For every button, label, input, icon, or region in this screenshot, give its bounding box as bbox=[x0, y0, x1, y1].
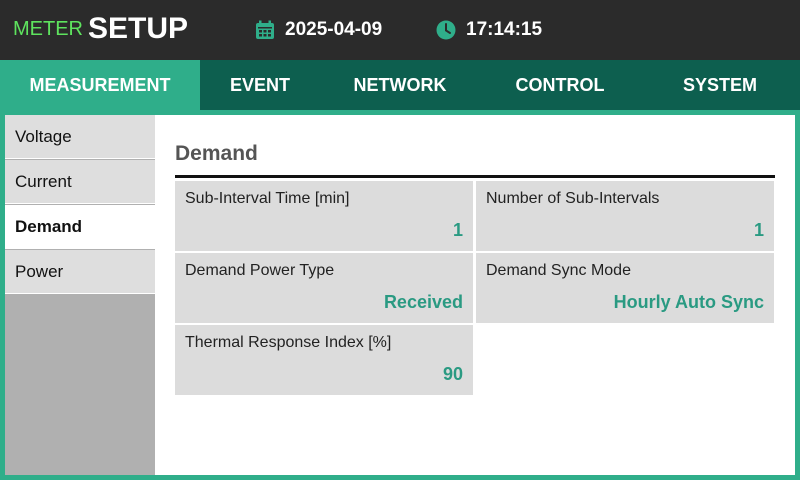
field-value: 1 bbox=[452, 220, 463, 240]
field-label: Number of Sub-Intervals bbox=[486, 190, 660, 207]
time-display: 17:14:15 bbox=[466, 19, 543, 40]
tab-event[interactable]: EVENT bbox=[200, 60, 320, 110]
field-number-of-sub-intervals[interactable]: Number of Sub-Intervals 1 bbox=[476, 181, 774, 251]
tab-measurement[interactable]: MEASUREMENT bbox=[0, 60, 200, 110]
brand-meter-text: METER bbox=[13, 18, 83, 40]
sidebar-item-voltage[interactable]: Voltage bbox=[5, 115, 155, 159]
field-demand-power-type[interactable]: Demand Power Type Received bbox=[175, 253, 473, 323]
tab-system[interactable]: SYSTEM bbox=[640, 60, 800, 110]
section-divider bbox=[175, 175, 775, 178]
date-display: 2025-04-09 bbox=[285, 19, 383, 40]
tab-network[interactable]: NETWORK bbox=[320, 60, 480, 110]
demand-panel: Demand Sub-Interval Time [min] 1 Number … bbox=[155, 115, 795, 475]
main-tab-bar: MEASUREMENT EVENT NETWORK CONTROL SYSTEM bbox=[0, 60, 800, 110]
sidebar: Voltage Current Demand Power bbox=[5, 115, 155, 475]
sidebar-item-power[interactable]: Power bbox=[5, 250, 155, 294]
field-value: Received bbox=[383, 292, 463, 312]
field-sub-interval-time[interactable]: Sub-Interval Time [min] 1 bbox=[175, 181, 473, 251]
field-thermal-response-index[interactable]: Thermal Response Index [%] 90 bbox=[175, 325, 473, 395]
field-demand-sync-mode[interactable]: Demand Sync Mode Hourly Auto Sync bbox=[476, 253, 774, 323]
header-bar: METER SETUP 2025-04-09 17:14:15 bbox=[0, 0, 800, 60]
field-label: Demand Power Type bbox=[185, 262, 335, 279]
sidebar-item-current[interactable]: Current bbox=[5, 160, 155, 204]
field-label: Thermal Response Index [%] bbox=[185, 334, 392, 351]
section-title: Demand bbox=[175, 142, 258, 165]
field-label: Demand Sync Mode bbox=[486, 262, 631, 279]
field-value: 1 bbox=[753, 220, 764, 240]
brand-setup-title: SETUP bbox=[88, 12, 189, 45]
clock-icon bbox=[436, 20, 456, 40]
field-value: Hourly Auto Sync bbox=[613, 292, 764, 312]
tab-control[interactable]: CONTROL bbox=[480, 60, 640, 110]
calendar-icon bbox=[256, 20, 274, 39]
field-label: Sub-Interval Time [min] bbox=[185, 190, 350, 207]
sidebar-item-demand[interactable]: Demand bbox=[5, 205, 155, 249]
field-value: 90 bbox=[442, 364, 463, 384]
